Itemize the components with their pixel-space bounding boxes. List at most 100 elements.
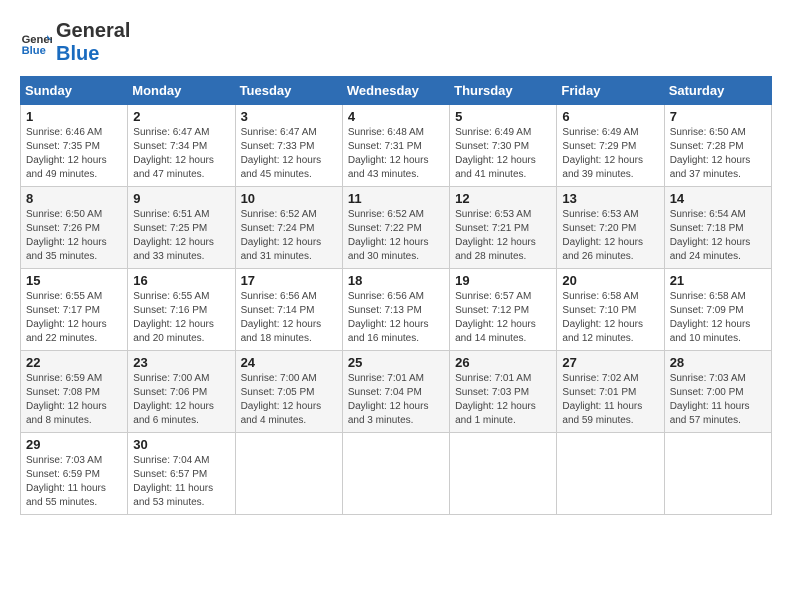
weekday-header: Sunday xyxy=(21,77,128,105)
day-number: 26 xyxy=(455,355,551,370)
calendar-cell: 15 Sunrise: 6:55 AM Sunset: 7:17 PM Dayl… xyxy=(21,269,128,351)
day-number: 18 xyxy=(348,273,444,288)
calendar-cell: 13 Sunrise: 6:53 AM Sunset: 7:20 PM Dayl… xyxy=(557,187,664,269)
calendar-cell: 17 Sunrise: 6:56 AM Sunset: 7:14 PM Dayl… xyxy=(235,269,342,351)
calendar-row: 1 Sunrise: 6:46 AM Sunset: 7:35 PM Dayli… xyxy=(21,105,772,187)
weekday-header: Tuesday xyxy=(235,77,342,105)
day-number: 17 xyxy=(241,273,337,288)
day-info: Sunrise: 6:53 AM Sunset: 7:20 PM Dayligh… xyxy=(562,208,658,264)
day-info: Sunrise: 7:03 AM Sunset: 6:59 PM Dayligh… xyxy=(26,454,122,510)
calendar-row: 29 Sunrise: 7:03 AM Sunset: 6:59 PM Dayl… xyxy=(21,433,772,515)
calendar-cell: 27 Sunrise: 7:02 AM Sunset: 7:01 PM Dayl… xyxy=(557,351,664,433)
day-info: Sunrise: 6:48 AM Sunset: 7:31 PM Dayligh… xyxy=(348,126,444,182)
calendar-cell: 6 Sunrise: 6:49 AM Sunset: 7:29 PM Dayli… xyxy=(557,105,664,187)
calendar-cell: 20 Sunrise: 6:58 AM Sunset: 7:10 PM Dayl… xyxy=(557,269,664,351)
calendar-cell: 30 Sunrise: 7:04 AM Sunset: 6:57 PM Dayl… xyxy=(128,433,235,515)
day-info: Sunrise: 7:00 AM Sunset: 7:05 PM Dayligh… xyxy=(241,372,337,428)
day-info: Sunrise: 6:55 AM Sunset: 7:16 PM Dayligh… xyxy=(133,290,229,346)
day-number: 3 xyxy=(241,109,337,124)
day-info: Sunrise: 6:56 AM Sunset: 7:14 PM Dayligh… xyxy=(241,290,337,346)
calendar-cell xyxy=(450,433,557,515)
weekday-header: Friday xyxy=(557,77,664,105)
calendar-cell xyxy=(235,433,342,515)
calendar-cell: 9 Sunrise: 6:51 AM Sunset: 7:25 PM Dayli… xyxy=(128,187,235,269)
calendar-cell: 25 Sunrise: 7:01 AM Sunset: 7:04 PM Dayl… xyxy=(342,351,449,433)
page-header: General Blue General Blue xyxy=(20,20,772,66)
day-number: 15 xyxy=(26,273,122,288)
day-number: 1 xyxy=(26,109,122,124)
weekday-header: Monday xyxy=(128,77,235,105)
day-number: 29 xyxy=(26,437,122,452)
day-info: Sunrise: 6:59 AM Sunset: 7:08 PM Dayligh… xyxy=(26,372,122,428)
day-number: 14 xyxy=(670,191,766,206)
calendar-cell: 3 Sunrise: 6:47 AM Sunset: 7:33 PM Dayli… xyxy=(235,105,342,187)
day-number: 9 xyxy=(133,191,229,206)
calendar-cell: 4 Sunrise: 6:48 AM Sunset: 7:31 PM Dayli… xyxy=(342,105,449,187)
calendar-cell xyxy=(557,433,664,515)
day-info: Sunrise: 7:00 AM Sunset: 7:06 PM Dayligh… xyxy=(133,372,229,428)
calendar-header-row: SundayMondayTuesdayWednesdayThursdayFrid… xyxy=(21,77,772,105)
day-number: 23 xyxy=(133,355,229,370)
day-number: 8 xyxy=(26,191,122,206)
day-info: Sunrise: 6:58 AM Sunset: 7:10 PM Dayligh… xyxy=(562,290,658,346)
calendar-cell: 12 Sunrise: 6:53 AM Sunset: 7:21 PM Dayl… xyxy=(450,187,557,269)
calendar-cell: 10 Sunrise: 6:52 AM Sunset: 7:24 PM Dayl… xyxy=(235,187,342,269)
calendar-cell xyxy=(664,433,771,515)
day-number: 7 xyxy=(670,109,766,124)
calendar-cell: 23 Sunrise: 7:00 AM Sunset: 7:06 PM Dayl… xyxy=(128,351,235,433)
day-info: Sunrise: 6:51 AM Sunset: 7:25 PM Dayligh… xyxy=(133,208,229,264)
calendar-row: 15 Sunrise: 6:55 AM Sunset: 7:17 PM Dayl… xyxy=(21,269,772,351)
day-number: 10 xyxy=(241,191,337,206)
calendar-cell: 18 Sunrise: 6:56 AM Sunset: 7:13 PM Dayl… xyxy=(342,269,449,351)
day-info: Sunrise: 6:47 AM Sunset: 7:34 PM Dayligh… xyxy=(133,126,229,182)
day-info: Sunrise: 6:56 AM Sunset: 7:13 PM Dayligh… xyxy=(348,290,444,346)
day-info: Sunrise: 7:03 AM Sunset: 7:00 PM Dayligh… xyxy=(670,372,766,428)
calendar-row: 8 Sunrise: 6:50 AM Sunset: 7:26 PM Dayli… xyxy=(21,187,772,269)
calendar-table: SundayMondayTuesdayWednesdayThursdayFrid… xyxy=(20,76,772,515)
calendar-cell: 28 Sunrise: 7:03 AM Sunset: 7:00 PM Dayl… xyxy=(664,351,771,433)
day-number: 5 xyxy=(455,109,551,124)
day-info: Sunrise: 6:50 AM Sunset: 7:26 PM Dayligh… xyxy=(26,208,122,264)
calendar-cell: 5 Sunrise: 6:49 AM Sunset: 7:30 PM Dayli… xyxy=(450,105,557,187)
logo-text: General Blue xyxy=(56,20,130,66)
day-info: Sunrise: 6:46 AM Sunset: 7:35 PM Dayligh… xyxy=(26,126,122,182)
day-info: Sunrise: 7:01 AM Sunset: 7:03 PM Dayligh… xyxy=(455,372,551,428)
day-number: 30 xyxy=(133,437,229,452)
day-info: Sunrise: 6:58 AM Sunset: 7:09 PM Dayligh… xyxy=(670,290,766,346)
day-number: 16 xyxy=(133,273,229,288)
day-number: 4 xyxy=(348,109,444,124)
day-info: Sunrise: 6:53 AM Sunset: 7:21 PM Dayligh… xyxy=(455,208,551,264)
calendar-cell: 29 Sunrise: 7:03 AM Sunset: 6:59 PM Dayl… xyxy=(21,433,128,515)
day-number: 22 xyxy=(26,355,122,370)
day-info: Sunrise: 6:54 AM Sunset: 7:18 PM Dayligh… xyxy=(670,208,766,264)
calendar-cell: 24 Sunrise: 7:00 AM Sunset: 7:05 PM Dayl… xyxy=(235,351,342,433)
day-info: Sunrise: 6:50 AM Sunset: 7:28 PM Dayligh… xyxy=(670,126,766,182)
calendar-cell: 7 Sunrise: 6:50 AM Sunset: 7:28 PM Dayli… xyxy=(664,105,771,187)
day-info: Sunrise: 6:55 AM Sunset: 7:17 PM Dayligh… xyxy=(26,290,122,346)
calendar-cell: 2 Sunrise: 6:47 AM Sunset: 7:34 PM Dayli… xyxy=(128,105,235,187)
calendar-cell: 21 Sunrise: 6:58 AM Sunset: 7:09 PM Dayl… xyxy=(664,269,771,351)
logo: General Blue General Blue xyxy=(20,20,130,66)
calendar-cell: 8 Sunrise: 6:50 AM Sunset: 7:26 PM Dayli… xyxy=(21,187,128,269)
day-info: Sunrise: 6:47 AM Sunset: 7:33 PM Dayligh… xyxy=(241,126,337,182)
day-info: Sunrise: 7:02 AM Sunset: 7:01 PM Dayligh… xyxy=(562,372,658,428)
day-number: 20 xyxy=(562,273,658,288)
calendar-cell: 26 Sunrise: 7:01 AM Sunset: 7:03 PM Dayl… xyxy=(450,351,557,433)
svg-text:Blue: Blue xyxy=(22,45,46,57)
day-info: Sunrise: 6:52 AM Sunset: 7:22 PM Dayligh… xyxy=(348,208,444,264)
day-number: 11 xyxy=(348,191,444,206)
weekday-header: Thursday xyxy=(450,77,557,105)
day-number: 28 xyxy=(670,355,766,370)
calendar-cell: 19 Sunrise: 6:57 AM Sunset: 7:12 PM Dayl… xyxy=(450,269,557,351)
calendar-row: 22 Sunrise: 6:59 AM Sunset: 7:08 PM Dayl… xyxy=(21,351,772,433)
day-info: Sunrise: 6:52 AM Sunset: 7:24 PM Dayligh… xyxy=(241,208,337,264)
day-number: 27 xyxy=(562,355,658,370)
day-info: Sunrise: 7:04 AM Sunset: 6:57 PM Dayligh… xyxy=(133,454,229,510)
logo-icon: General Blue xyxy=(20,27,52,59)
day-number: 13 xyxy=(562,191,658,206)
day-number: 21 xyxy=(670,273,766,288)
day-number: 19 xyxy=(455,273,551,288)
weekday-header: Wednesday xyxy=(342,77,449,105)
calendar-cell: 22 Sunrise: 6:59 AM Sunset: 7:08 PM Dayl… xyxy=(21,351,128,433)
calendar-cell: 1 Sunrise: 6:46 AM Sunset: 7:35 PM Dayli… xyxy=(21,105,128,187)
